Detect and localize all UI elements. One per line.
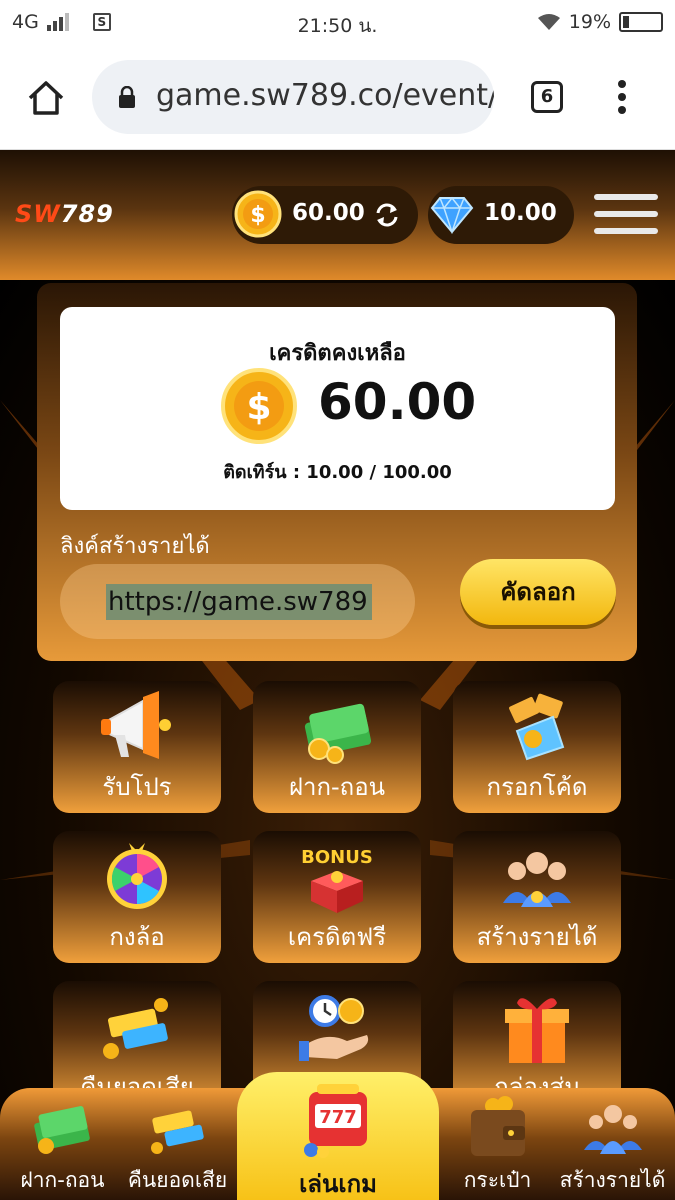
credit-title: เครดิตคงเหลือ [269, 341, 406, 366]
diamond-icon [430, 196, 474, 234]
turnover-label: ติดเทิร์น : 10.00 / 100.00 [223, 462, 452, 483]
wifi-icon [537, 14, 560, 30]
menu-tile-label: รับโปร [102, 773, 172, 801]
nav-cashback[interactable]: คืนยอดเสีย [115, 1088, 240, 1200]
coin-balance-pill: $ 60.00 [232, 186, 418, 244]
lock-icon [119, 86, 135, 108]
credit-amount: 60.00 [318, 373, 477, 431]
menu-tile-free-credit[interactable]: BONUS เครดิตฟรี [253, 831, 421, 963]
coin-icon: $ [234, 190, 282, 238]
menu-tile-label: เครดิตฟรี [287, 923, 387, 951]
slot-machine-icon: 777 [304, 1084, 367, 1158]
refresh-icon[interactable] [373, 201, 401, 229]
megaphone-icon [101, 691, 171, 759]
battery-percent: 19% [568, 11, 611, 33]
credit-card: เครดิตคงเหลือ $ 60.00 ติดเทิร์น : 10.00 … [60, 307, 615, 510]
status-right: 19% [537, 11, 663, 33]
menu-tile-code[interactable]: กรอกโค้ด [453, 681, 621, 813]
cashback-icon [151, 1110, 204, 1154]
menu-tile-earn[interactable]: สร้างรายได้ [453, 831, 621, 963]
svg-text:$: $ [246, 387, 271, 428]
coin-balance: 60.00 [292, 200, 365, 226]
menu-tile-label: ฝาก-ถอน [288, 773, 386, 801]
svg-text:BONUS: BONUS [301, 847, 373, 868]
hamburger-menu-icon[interactable] [594, 194, 658, 238]
menu-tile-label: กรอกโค้ด [486, 773, 588, 801]
address-bar[interactable]: game.sw789.co/event/ [92, 60, 494, 134]
nav-play-game[interactable]: 777 เล่นเกม [237, 1072, 439, 1200]
brand-logo[interactable]: SW789 [15, 200, 114, 228]
more-menu-icon[interactable] [612, 80, 632, 118]
credit-panel: เครดิตคงเหลือ $ 60.00 ติดเทิร์น : 10.00 … [37, 283, 637, 661]
browser-toolbar: game.sw789.co/event/ 6 [0, 48, 675, 150]
menu-tile-label: สร้างรายได้ [476, 923, 598, 951]
logo-prefix: SW [15, 200, 61, 228]
referral-link-text: https://game.sw789 [106, 584, 372, 620]
money-stack-icon [304, 703, 372, 764]
nav-label: คืนยอดเสีย [127, 1168, 228, 1192]
menu-tile-promo[interactable]: รับโปร [53, 681, 221, 813]
wheel-icon [107, 843, 167, 909]
money-stack-icon [34, 1106, 90, 1154]
battery-icon [619, 12, 663, 32]
gem-balance-pill: 10.00 [428, 186, 574, 244]
referral-link-field[interactable]: https://game.sw789 [60, 564, 415, 639]
bonus-box-icon: BONUS [301, 847, 373, 913]
wallet-icon [471, 1096, 525, 1156]
url-text: game.sw789.co/event/ [156, 78, 494, 113]
referral-link-label: ลิงค์สร้างรายได้ [60, 534, 210, 559]
menu-tile-wheel[interactable]: กงล้อ [53, 831, 221, 963]
menu-tile-label: กงล้อ [109, 923, 165, 951]
coin-icon: $ [221, 368, 297, 444]
status-bar: 4G S 21:50 น. 19% [0, 0, 675, 48]
gift-box-icon [505, 998, 569, 1063]
time-money-icon [299, 995, 369, 1061]
app-header: SW789 $ 60.00 10.00 [0, 150, 675, 280]
gem-balance: 10.00 [484, 200, 557, 226]
tab-switcher-button[interactable]: 6 [531, 81, 563, 113]
nav-earn[interactable]: สร้างรายได้ [550, 1088, 675, 1200]
nav-label: เล่นเกม [299, 1170, 377, 1198]
people-icon [503, 852, 571, 907]
home-icon[interactable] [26, 78, 66, 118]
menu-tile-deposit[interactable]: ฝาก-ถอน [253, 681, 421, 813]
copy-link-button[interactable]: คัดลอก [460, 559, 616, 625]
svg-text:$: $ [250, 203, 265, 228]
nav-label: สร้างรายได้ [559, 1168, 666, 1192]
tickets-icon [509, 693, 565, 761]
svg-text:777: 777 [319, 1107, 357, 1128]
cashback-icon [103, 998, 168, 1059]
people-icon [584, 1105, 642, 1154]
logo-suffix: 789 [60, 200, 114, 228]
